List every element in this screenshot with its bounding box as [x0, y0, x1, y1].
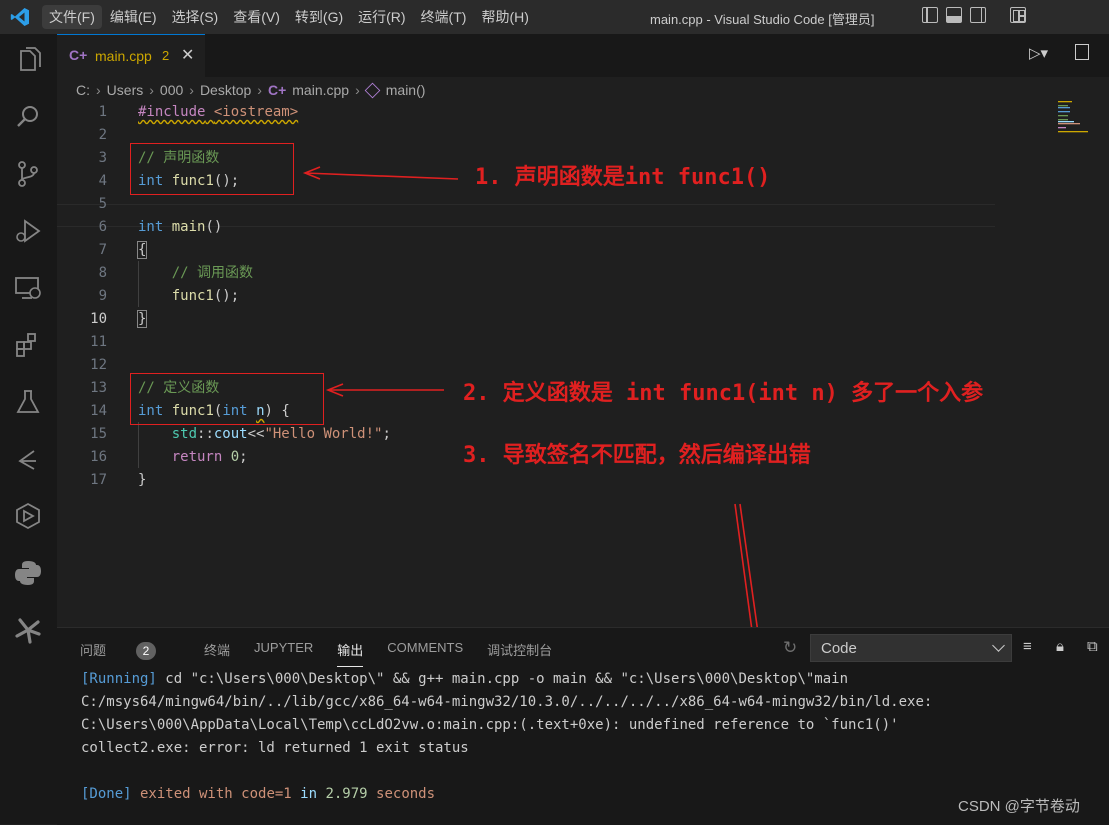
- menu-edit[interactable]: 编辑(E): [103, 5, 164, 29]
- menu-go[interactable]: 转到(G): [288, 5, 350, 29]
- definition-highlight-box: [130, 373, 324, 425]
- tab-output[interactable]: 输出: [337, 640, 364, 667]
- tab-label: main.cpp: [95, 48, 152, 64]
- settings-extension-icon[interactable]: [12, 614, 44, 646]
- menu-selection[interactable]: 选择(S): [165, 5, 226, 29]
- code-line: return 0;: [171, 449, 248, 465]
- lock-icon[interactable]: 🔒︎: [1056, 638, 1064, 655]
- line-number: 12: [90, 357, 107, 373]
- explorer-icon[interactable]: [12, 44, 44, 76]
- menu-help[interactable]: 帮助(H): [474, 5, 535, 29]
- menu-terminal[interactable]: 终端(T): [414, 5, 474, 29]
- tab-debug-console[interactable]: 调试控制台: [487, 640, 552, 660]
- output-line: C:\Users\000\AppData\Local\Temp\ccLdO2vw…: [81, 717, 899, 733]
- bottom-panel: 问题 2 终端 JUPYTER 输出 COMMENTS 调试控制台 ↻ Code …: [57, 627, 1109, 825]
- toggle-panel-icon[interactable]: [946, 7, 962, 23]
- extensions-icon[interactable]: [12, 329, 44, 361]
- problems-badge: 2: [136, 642, 157, 660]
- tab-problem-count: 2: [162, 48, 170, 63]
- git-graph-icon[interactable]: [12, 443, 44, 475]
- code-line: func1();: [171, 288, 240, 304]
- code-line: // 调用函数: [171, 265, 254, 281]
- annotation-1: 1. 声明函数是int func1(): [475, 165, 771, 190]
- line-number: 9: [98, 288, 107, 304]
- code-line: std::cout<<"Hello World!";: [171, 426, 391, 442]
- line-number: 13: [90, 380, 107, 396]
- menu-run[interactable]: 运行(R): [351, 5, 412, 29]
- window-title: main.cpp - Visual Studio Code [管理员]: [650, 12, 875, 27]
- line-number: 11: [90, 334, 107, 350]
- breadcrumb-symbol[interactable]: main(): [386, 82, 426, 98]
- watermark: CSDN @字节卷动: [958, 798, 1080, 815]
- toggle-secondary-sidebar-icon[interactable]: [970, 7, 986, 23]
- line-number: 7: [98, 242, 107, 258]
- code-line: {: [136, 241, 148, 259]
- annotation-3: 3. 导致签名不匹配，然后编译出错: [463, 443, 811, 468]
- split-editor-icon[interactable]: [1075, 44, 1089, 60]
- line-number-current: 10: [90, 311, 107, 327]
- line-number: 2: [98, 127, 107, 143]
- tab-problems[interactable]: 问题 2: [80, 640, 180, 660]
- menu-bar: 文件(F) 编辑(E) 选择(S) 查看(V) 转到(G) 运行(R) 终端(T…: [42, 5, 537, 29]
- line-number: 14: [90, 403, 107, 419]
- search-icon[interactable]: [12, 101, 44, 133]
- code-line: }: [138, 472, 147, 488]
- chevron-down-icon: [992, 639, 1005, 652]
- title-bar: 文件(F) 编辑(E) 选择(S) 查看(V) 转到(G) 运行(R) 终端(T…: [0, 0, 1109, 34]
- breadcrumb-desktop[interactable]: Desktop: [200, 82, 251, 98]
- method-icon: [364, 82, 381, 98]
- run-debug-icon[interactable]: [12, 215, 44, 247]
- breadcrumb-drive[interactable]: C:: [76, 82, 90, 98]
- run-code-icon[interactable]: ▷▾: [1029, 44, 1048, 62]
- code-line: int main(): [138, 219, 223, 235]
- python-icon[interactable]: [12, 557, 44, 589]
- breadcrumb-000[interactable]: 000: [160, 82, 183, 98]
- line-number: 4: [98, 173, 107, 189]
- declaration-highlight-box: [130, 143, 294, 195]
- minimap[interactable]: [1056, 100, 1106, 140]
- tab-comments[interactable]: COMMENTS: [387, 640, 463, 660]
- tab-main-cpp[interactable]: C+ main.cpp 2 ✕: [57, 34, 205, 77]
- toggle-primary-sidebar-icon[interactable]: [922, 7, 938, 23]
- clear-output-icon[interactable]: ≡: [1023, 638, 1032, 655]
- breadcrumb-users[interactable]: Users: [107, 82, 144, 98]
- refresh-icon[interactable]: ↻: [783, 638, 797, 658]
- line-number: 17: [90, 472, 107, 488]
- menu-file[interactable]: 文件(F): [42, 5, 102, 29]
- tab-terminal[interactable]: 终端: [204, 640, 230, 660]
- menu-view[interactable]: 查看(V): [226, 5, 287, 29]
- line-number: 3: [98, 150, 107, 166]
- copy-icon[interactable]: ⧉: [1087, 638, 1098, 655]
- cpp-file-icon: C+: [69, 47, 88, 63]
- remote-explorer-icon[interactable]: [12, 272, 44, 304]
- tab-jupyter[interactable]: JUPYTER: [254, 640, 313, 660]
- annotation-2: 2. 定义函数是 int func1(int n) 多了一个入参: [463, 381, 984, 406]
- vscode-logo-icon: [10, 8, 30, 26]
- testing-icon[interactable]: [12, 386, 44, 418]
- close-icon[interactable]: ✕: [181, 45, 194, 65]
- cmake-icon[interactable]: [12, 500, 44, 532]
- line-number: 1: [98, 104, 107, 120]
- source-control-icon[interactable]: [12, 158, 44, 190]
- output-channel-select[interactable]: Code: [810, 634, 1012, 662]
- code-line: }: [136, 310, 148, 328]
- output-line: C:/msys64/mingw64/bin/../lib/gcc/x86_64-…: [81, 694, 933, 710]
- cpp-file-icon: C+: [267, 82, 287, 98]
- layout-controls: [922, 7, 1026, 23]
- line-number: 16: [90, 449, 107, 465]
- output-line: collect2.exe: error: ld returned 1 exit …: [81, 740, 469, 756]
- tab-bar: C+ main.cpp 2 ✕ ▷▾: [57, 34, 1109, 77]
- line-number: 5: [98, 196, 107, 212]
- line-number: 6: [98, 219, 107, 235]
- output-line: [Running] cd "c:\Users\000\Desktop\" && …: [81, 671, 849, 687]
- breadcrumb: C: › Users › 000 › Desktop › C+ main.cpp › ma…: [76, 82, 426, 98]
- breadcrumb-file[interactable]: main.cpp: [292, 82, 349, 98]
- line-number: 8: [98, 265, 107, 281]
- activity-bar: [0, 34, 57, 824]
- customize-layout-icon[interactable]: [1010, 7, 1026, 23]
- code-line: #include <iostream>: [138, 104, 299, 120]
- panel-tabs: 问题 2 终端 JUPYTER 输出 COMMENTS 调试控制台: [80, 640, 576, 667]
- output-line: [Done] exited with code=1 in 2.979 secon…: [81, 786, 436, 802]
- line-number: 15: [90, 426, 107, 442]
